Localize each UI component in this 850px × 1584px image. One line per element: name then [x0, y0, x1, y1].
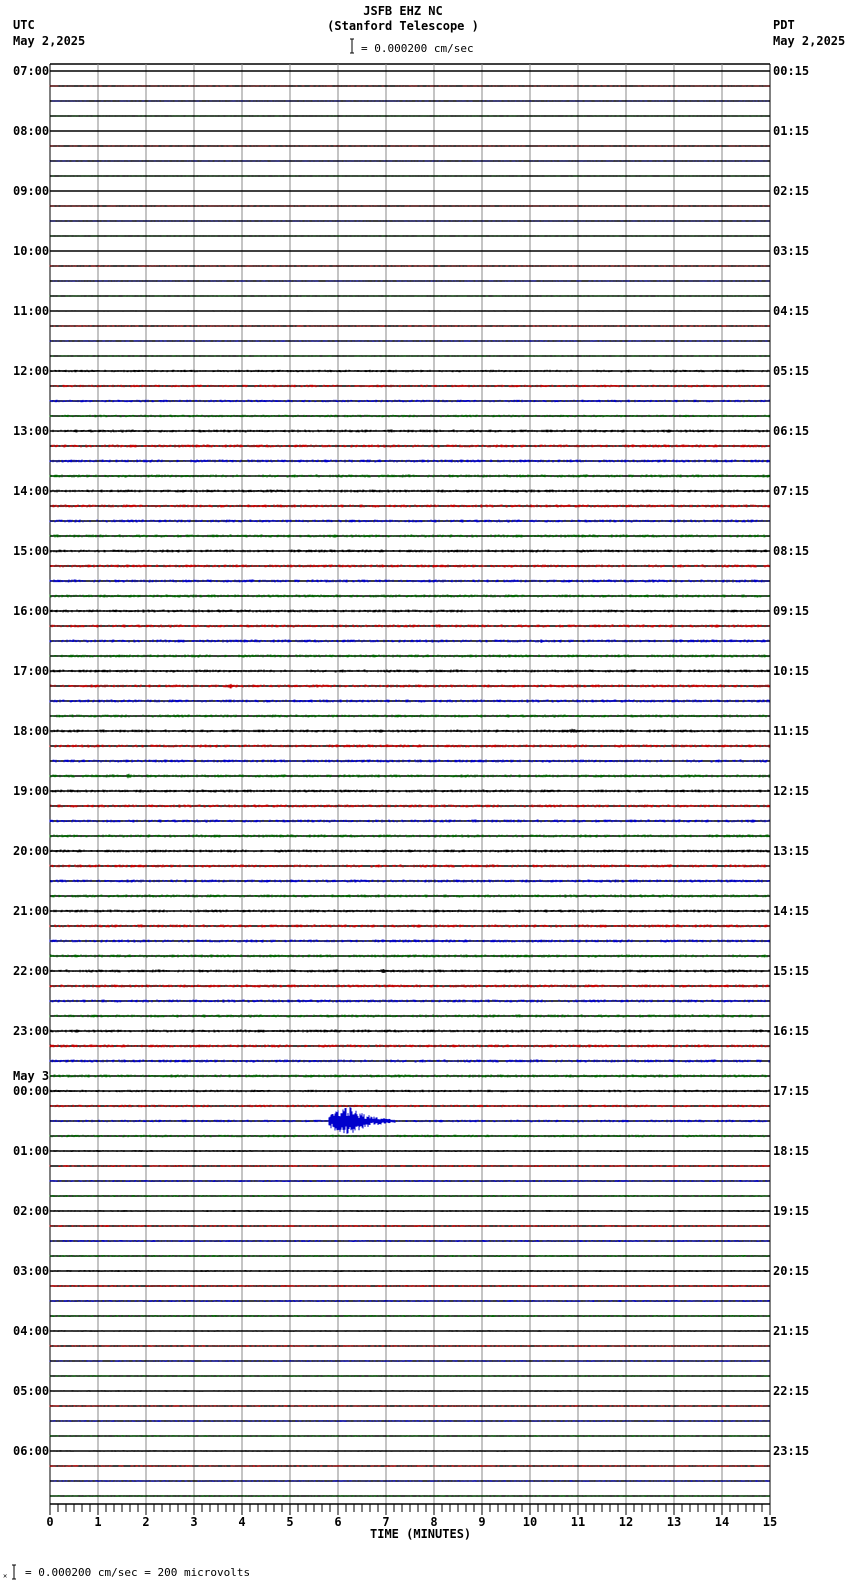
- seismic-trace: [50, 1104, 769, 1108]
- scale-bar-icon: [350, 38, 354, 54]
- seismic-trace: [51, 894, 769, 898]
- footer-scale-bar-icon: [12, 1564, 16, 1580]
- helicorder-plot: ✕: [3, 38, 771, 1580]
- seismic-trace: [49, 654, 769, 658]
- seismic-trace: [50, 683, 770, 689]
- footer-glyph-icon: ✕: [3, 1572, 7, 1580]
- seismic-trace: [49, 579, 769, 583]
- seismic-trace: [49, 1089, 770, 1093]
- footer-scale-label: = 0.000200 cm/sec = 200 microvolts: [25, 1566, 251, 1579]
- seismic-trace: [49, 864, 769, 868]
- seismic-trace: [50, 879, 770, 883]
- x-axis-label: TIME (MINUTES): [370, 1527, 472, 1541]
- seismic-trace: [49, 1014, 769, 1018]
- seismic-trace: [49, 834, 770, 838]
- seismic-trace: [49, 609, 770, 613]
- seismic-trace: [49, 474, 770, 478]
- seismic-trace: [51, 789, 770, 793]
- seismic-trace: [49, 849, 770, 853]
- seismic-trace: [49, 1044, 769, 1048]
